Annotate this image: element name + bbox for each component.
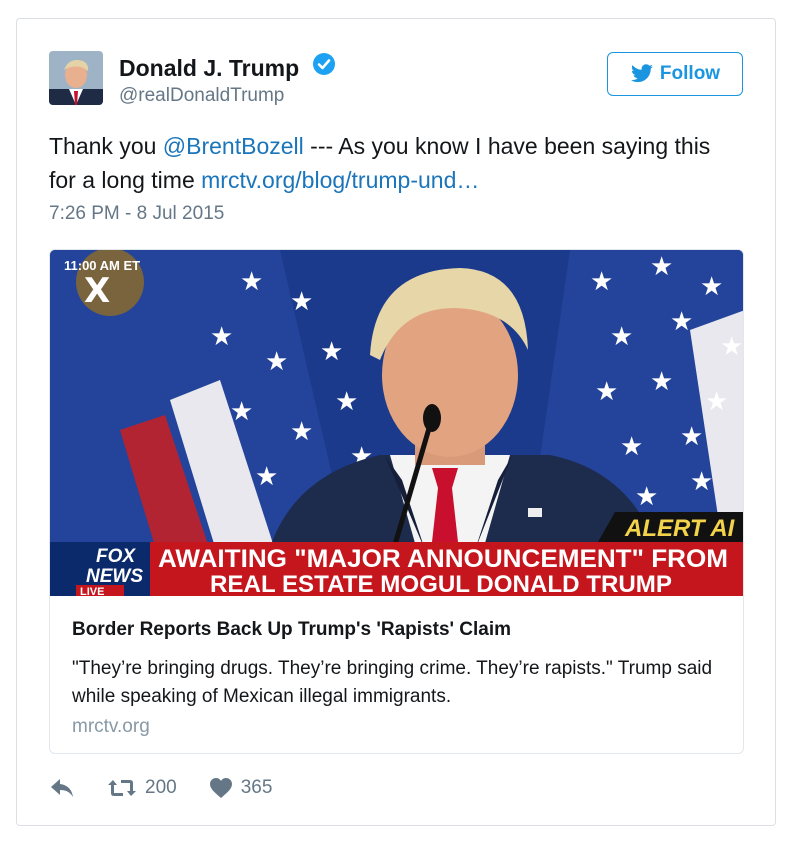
- svg-text:★: ★: [290, 287, 313, 317]
- svg-text:★: ★: [335, 387, 358, 417]
- svg-text:★: ★: [610, 322, 633, 352]
- svg-text:★: ★: [690, 467, 713, 497]
- retweet-count: 200: [145, 777, 177, 798]
- reply-button[interactable]: [49, 777, 75, 799]
- like-count: 365: [240, 777, 273, 798]
- card-image[interactable]: ★★★ ★★★ ★★★ ★★★ ★★★ ★★★ ★★★ ★★★ ★★: [50, 250, 743, 596]
- svg-text:★: ★: [595, 377, 618, 407]
- mention-link[interactable]: @BrentBozell: [163, 133, 304, 159]
- svg-text:X: X: [84, 271, 110, 311]
- svg-text:★: ★: [650, 252, 673, 282]
- retweet-icon: [108, 780, 136, 796]
- svg-text:★: ★: [620, 432, 643, 462]
- svg-text:★: ★: [705, 387, 728, 417]
- svg-text:★: ★: [290, 417, 313, 447]
- svg-text:★: ★: [590, 267, 613, 297]
- live-label: LIVE: [80, 586, 104, 596]
- svg-text:★: ★: [650, 367, 673, 397]
- verified-badge-icon: [312, 52, 336, 82]
- network-logo-line1: FOX: [96, 546, 136, 567]
- twitter-bird-icon: [630, 64, 653, 83]
- card-description: "They’re bringing drugs. They’re bringin…: [72, 658, 713, 707]
- follow-label: Follow: [659, 63, 721, 84]
- alert-label: ALERT AI: [624, 515, 736, 542]
- heart-icon: [209, 778, 232, 798]
- article-link[interactable]: mrctv.org/blog/trump-und…: [201, 167, 479, 193]
- corner-bug-text: 11:00 AM ET: [64, 258, 140, 273]
- svg-text:★: ★: [700, 272, 723, 302]
- svg-text:★: ★: [210, 322, 233, 352]
- link-preview-card[interactable]: ★★★ ★★★ ★★★ ★★★ ★★★ ★★★ ★★★ ★★★ ★★: [49, 249, 744, 754]
- svg-text:★: ★: [230, 397, 253, 427]
- user-handle[interactable]: @realDonaldTrump: [119, 85, 284, 107]
- avatar[interactable]: [49, 51, 103, 105]
- svg-text:★: ★: [240, 267, 263, 297]
- svg-text:★: ★: [320, 337, 343, 367]
- svg-text:★: ★: [635, 482, 658, 512]
- follow-button[interactable]: Follow: [607, 52, 743, 96]
- svg-text:★: ★: [255, 462, 278, 492]
- headline-line2: REAL ESTATE MOGUL DONALD TRUMP: [210, 571, 672, 596]
- reply-icon: [51, 779, 73, 797]
- like-button[interactable]: 365: [209, 777, 273, 799]
- display-name-text[interactable]: Donald J. Trump: [119, 55, 299, 81]
- card-title[interactable]: Border Reports Back Up Trump's 'Rapists'…: [72, 619, 511, 641]
- retweet-button[interactable]: 200: [107, 777, 177, 799]
- svg-text:★: ★: [265, 347, 288, 377]
- tweet-card: Donald J. Trump @realDonaldTrump Follow …: [16, 18, 776, 826]
- display-name[interactable]: Donald J. Trump: [119, 52, 336, 85]
- tweet-text: Thank you @BrentBozell --- As you know I…: [49, 129, 739, 197]
- network-logo-line2: NEWS: [86, 566, 143, 587]
- action-bar: 200 365: [49, 777, 272, 799]
- headline-line1: AWAITING "MAJOR ANNOUNCEMENT" FROM: [158, 545, 728, 573]
- card-domain[interactable]: mrctv.org: [72, 716, 150, 738]
- svg-text:★: ★: [670, 307, 693, 337]
- svg-text:★: ★: [680, 422, 703, 452]
- tweet-text-prefix: Thank you: [49, 133, 163, 159]
- timestamp[interactable]: 7:26 PM - 8 Jul 2015: [49, 203, 224, 225]
- svg-text:★: ★: [720, 332, 743, 362]
